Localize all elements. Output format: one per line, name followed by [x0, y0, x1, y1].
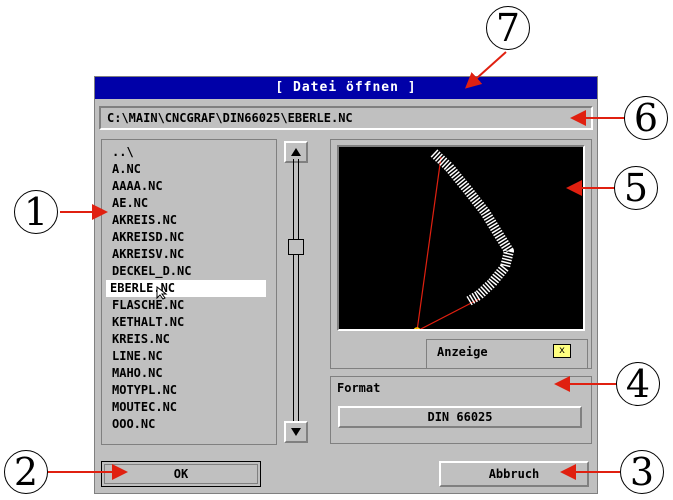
- callout-3: 3: [620, 450, 664, 494]
- annotation-arrows: [48, 51, 628, 480]
- callout-5: 5: [614, 166, 658, 210]
- callout-4: 4: [616, 362, 660, 406]
- callout-7: 7: [486, 6, 530, 50]
- callout-2: 2: [4, 450, 48, 494]
- callout-1: 1: [14, 190, 58, 234]
- callout-6: 6: [624, 96, 668, 140]
